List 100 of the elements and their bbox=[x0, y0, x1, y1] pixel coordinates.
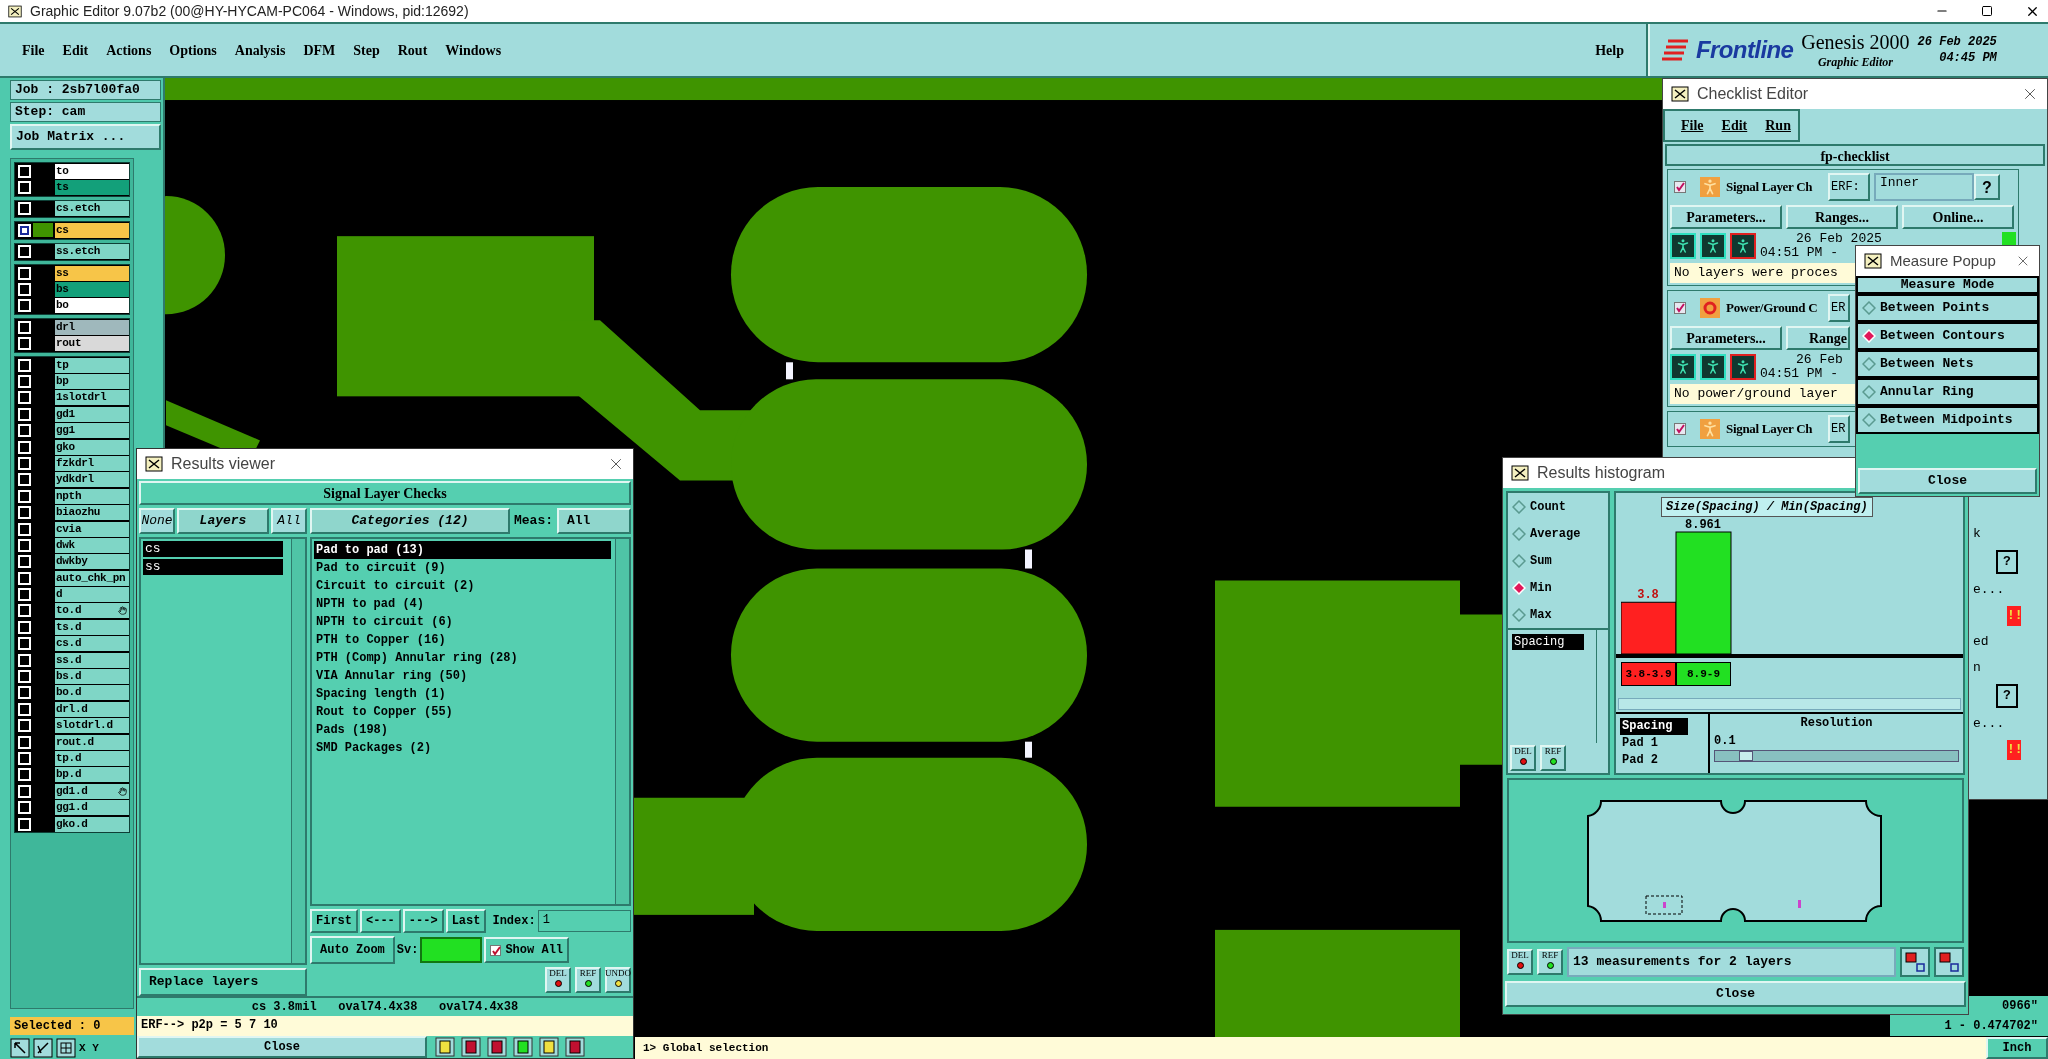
running-figure-icon[interactable] bbox=[1700, 354, 1726, 380]
menu-item[interactable]: Step bbox=[353, 39, 380, 61]
layer-checkbox[interactable] bbox=[18, 391, 31, 405]
attribute-list-item[interactable]: Pad 1 bbox=[1620, 735, 1688, 752]
layer-checkbox[interactable] bbox=[18, 375, 31, 388]
toolbar-icon[interactable] bbox=[461, 1037, 481, 1057]
scrollbar[interactable] bbox=[1618, 698, 1961, 710]
category-item[interactable]: Pad to circuit (9) bbox=[314, 559, 611, 577]
layer-name[interactable]: bp.d bbox=[55, 767, 129, 783]
radio-button[interactable] bbox=[1862, 413, 1876, 427]
running-figure-icon[interactable] bbox=[1670, 354, 1696, 380]
layer-filter-button[interactable]: None bbox=[139, 508, 175, 534]
show-all-checkbox[interactable]: Show All bbox=[484, 937, 570, 963]
layer-checkbox[interactable] bbox=[18, 337, 31, 351]
menu-item[interactable]: Actions bbox=[106, 39, 152, 61]
layer-checkbox[interactable] bbox=[18, 358, 31, 372]
layer-checkbox[interactable] bbox=[18, 702, 31, 716]
menu-item[interactable]: Edit bbox=[1721, 115, 1748, 136]
layer-checkbox[interactable] bbox=[18, 620, 31, 634]
layer-name[interactable]: tp.d bbox=[55, 750, 129, 766]
statistic-option[interactable]: Max bbox=[1508, 601, 1608, 628]
tool-button[interactable]: DEL bbox=[1507, 949, 1533, 975]
erf-field[interactable]: Inner bbox=[1874, 173, 1974, 201]
tool-button[interactable]: DEL bbox=[545, 967, 571, 993]
nav-button[interactable]: <--- bbox=[360, 909, 401, 933]
layer-name[interactable]: gko bbox=[55, 439, 129, 455]
layer-name[interactable]: tp bbox=[55, 357, 129, 373]
meas-dropdown[interactable]: All bbox=[557, 508, 631, 534]
maximize-icon[interactable] bbox=[1981, 5, 1993, 17]
close-button[interactable]: Close bbox=[1505, 981, 1966, 1007]
layer-checkbox[interactable] bbox=[18, 735, 31, 749]
category-item[interactable]: Spacing length (1) bbox=[314, 685, 611, 703]
layer-name[interactable]: ts.d bbox=[55, 619, 129, 635]
measure-mode-option[interactable]: Between Nets bbox=[1856, 350, 2039, 378]
category-item[interactable]: SMD Packages (2) bbox=[314, 739, 611, 757]
layer-name[interactable]: bs.d bbox=[55, 669, 129, 684]
menu-item[interactable]: Run bbox=[1765, 115, 1791, 136]
radio-button[interactable] bbox=[1862, 357, 1876, 371]
check-action-button[interactable]: Ranges... bbox=[1786, 205, 1898, 229]
attribute-list-item[interactable]: Pad 2 bbox=[1620, 752, 1688, 769]
line-tool-icon[interactable] bbox=[33, 1038, 53, 1058]
layer-checkbox[interactable] bbox=[18, 522, 31, 536]
layer-name[interactable]: d bbox=[55, 587, 129, 603]
layer-checkbox[interactable] bbox=[18, 555, 31, 569]
check-action-button[interactable]: Range bbox=[1786, 326, 1850, 350]
grid-tool-icon[interactable] bbox=[56, 1038, 76, 1058]
tool-button[interactable]: UNDO bbox=[605, 967, 631, 993]
radio-button[interactable] bbox=[1862, 301, 1876, 315]
layer-name[interactable]: ydkdrl bbox=[55, 472, 129, 488]
toolbar-icon[interactable] bbox=[435, 1037, 455, 1057]
close-button[interactable]: Close bbox=[137, 1036, 427, 1058]
layer-list-item[interactable]: cs bbox=[143, 541, 283, 557]
layer-name[interactable]: drl.d bbox=[55, 701, 129, 717]
slider-thumb[interactable] bbox=[1739, 751, 1754, 761]
statistic-option[interactable]: Sum bbox=[1508, 547, 1608, 574]
index-field[interactable]: 1 bbox=[537, 910, 631, 932]
resolution-slider[interactable] bbox=[1714, 750, 1959, 762]
layer-checkbox[interactable] bbox=[18, 181, 31, 195]
help-menu[interactable]: Help bbox=[1595, 39, 1624, 61]
layer-checkbox[interactable] bbox=[18, 266, 31, 280]
tool-button[interactable]: REF bbox=[575, 967, 601, 993]
check-action-button[interactable]: Parameters... bbox=[1670, 326, 1782, 350]
layer-checkbox[interactable] bbox=[18, 571, 31, 585]
layer-name[interactable]: cs.d bbox=[55, 636, 129, 652]
erf-button[interactable]: ER bbox=[1828, 294, 1850, 322]
toolbar-icon[interactable] bbox=[487, 1037, 507, 1057]
running-figure-icon[interactable] bbox=[1730, 354, 1756, 380]
layer-name[interactable]: npth bbox=[55, 488, 129, 504]
units-dropdown[interactable]: Inch bbox=[1986, 1037, 2048, 1059]
nav-button[interactable]: Last bbox=[445, 909, 487, 933]
layer-checkbox[interactable] bbox=[18, 407, 31, 421]
running-figure-icon[interactable] bbox=[1730, 233, 1756, 259]
measure-mode-option[interactable]: Annular Ring bbox=[1856, 378, 2039, 406]
layer-checkbox[interactable] bbox=[18, 456, 31, 470]
radio-button[interactable] bbox=[1512, 526, 1526, 541]
erf-button[interactable]: ER bbox=[1828, 415, 1850, 443]
auto-zoom-dropdown[interactable]: Auto Zoom bbox=[310, 936, 395, 964]
layer-name[interactable]: gko.d bbox=[55, 816, 129, 832]
layer-name[interactable]: slotdrl.d bbox=[55, 718, 129, 734]
layer-checkbox[interactable] bbox=[18, 604, 31, 618]
layer-name[interactable]: auto_chk_pn bbox=[55, 570, 129, 586]
nav-button[interactable]: ---> bbox=[402, 909, 444, 933]
tool-button[interactable]: REF bbox=[1537, 949, 1563, 975]
menu-item[interactable]: File bbox=[22, 39, 45, 61]
layer-name[interactable]: biaozhu bbox=[55, 505, 129, 521]
layer-name[interactable]: to.d bbox=[55, 603, 129, 619]
layer-name[interactable]: gd1.d bbox=[55, 783, 129, 799]
help-button[interactable]: ? bbox=[1996, 684, 2018, 708]
layer-name[interactable]: fzkdrl bbox=[55, 455, 129, 471]
radio-button[interactable] bbox=[1512, 499, 1526, 514]
layer-name[interactable]: cvia bbox=[55, 521, 129, 537]
layer-name[interactable]: bo bbox=[55, 298, 129, 314]
check-checkbox[interactable] bbox=[1674, 181, 1686, 193]
layer-checkbox[interactable] bbox=[18, 489, 31, 503]
layer-name[interactable]: gg1 bbox=[55, 423, 129, 439]
category-item[interactable]: Circuit to circuit (2) bbox=[314, 577, 611, 595]
layer-checkbox[interactable] bbox=[18, 164, 31, 178]
layer-name[interactable]: rout bbox=[55, 336, 129, 352]
layer-name[interactable]: dwkby bbox=[55, 554, 129, 570]
layer-filter-button[interactable]: Layers bbox=[177, 508, 269, 534]
